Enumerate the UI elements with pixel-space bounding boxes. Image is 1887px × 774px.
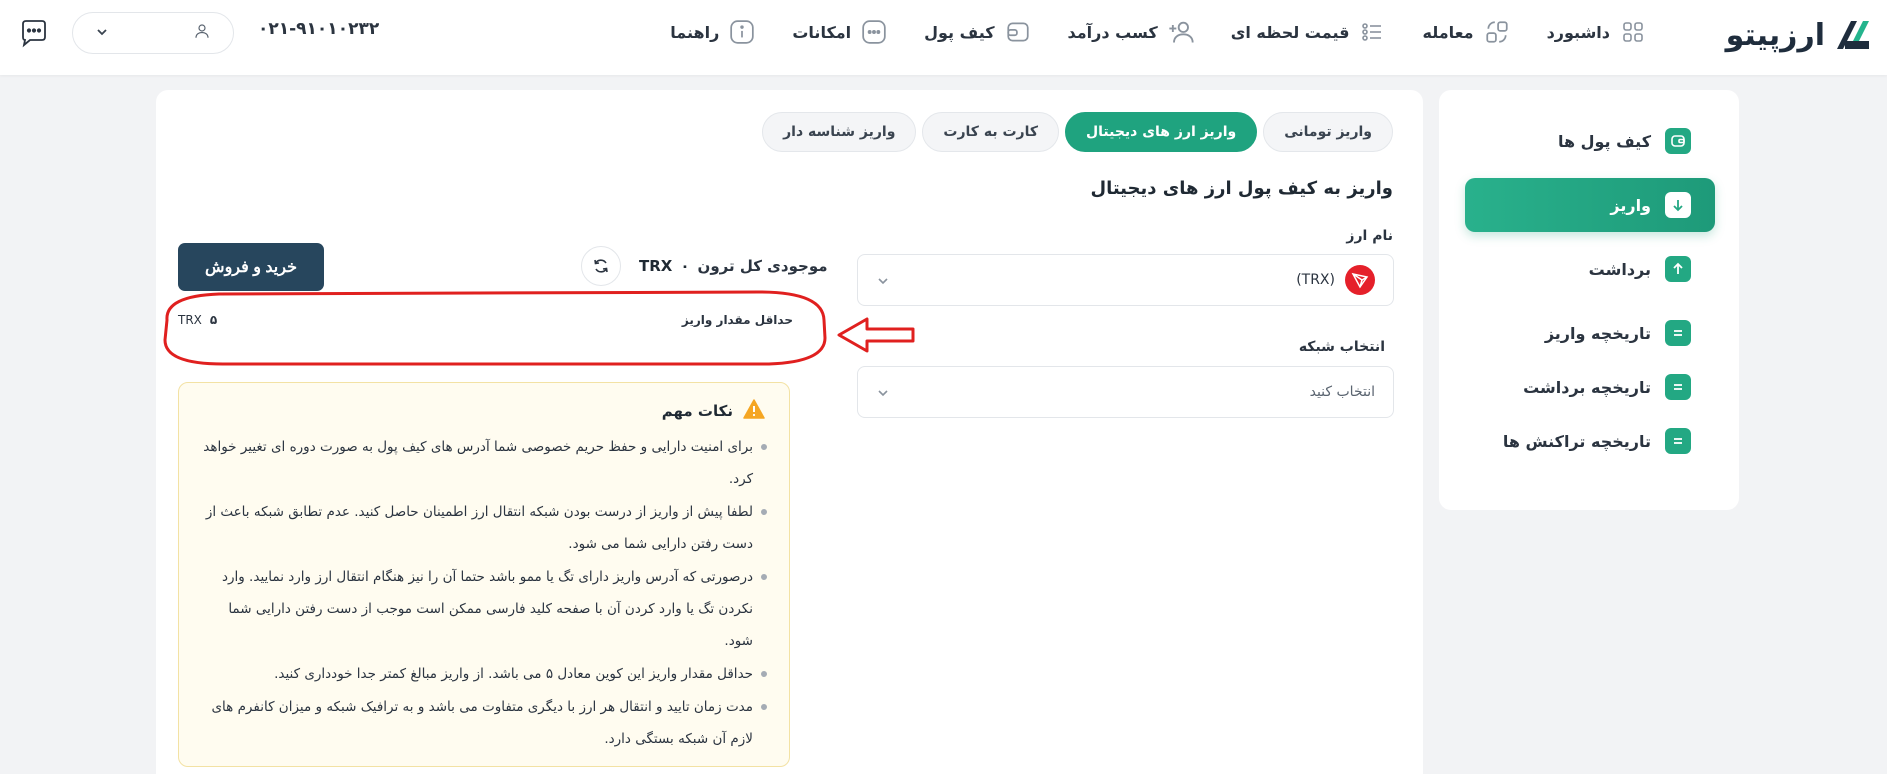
sidebar-item-transaction-history[interactable]: تاریخچه تراکنش ها [1465,416,1715,466]
note-text: درصورتی که آدرس واریز دارای تگ یا ممو با… [221,569,753,649]
network-select[interactable]: انتخاب کنید [857,366,1394,418]
currency-value: (TRX) [1296,272,1335,288]
user-icon [193,22,211,44]
user-menu[interactable] [72,12,234,54]
wallet-icon [1004,18,1032,46]
deposit-panel: واریز تومانی واریز ارز های دیجیتال کارت … [156,90,1423,774]
exchange-icon [1483,18,1511,46]
currency-select[interactable]: (TRX) [857,254,1394,306]
nav-label: امکانات [792,22,852,42]
note-text: مدت زمان تایید و انتقال هر ارز با دیگری … [211,699,753,747]
support-phone[interactable]: ۰۲۱-۹۱۰۱۰۲۳۲ [258,19,379,39]
note-item: لطفا پیش از واریز از درست بودن شبکه انتق… [197,496,767,560]
deposit-tabs: واریز تومانی واریز ارز های دیجیتال کارت … [762,112,1393,152]
warning-icon [743,399,765,423]
nav-live-price[interactable]: قیمت لحظه ای [1231,18,1387,46]
sidebar-item-label: تاریخچه واریز [1544,323,1651,343]
nav-wallet[interactable]: کیف پول [924,18,1031,46]
sidebar-item-withdraw-history[interactable]: تاریخچه برداشت [1465,362,1715,412]
notes-title: نکات مهم [661,402,733,420]
annotation-arrow [837,317,915,353]
currency-selected: (TRX) [1296,265,1375,295]
bullet [761,509,767,515]
network-label: انتخاب شبکه [1298,339,1385,355]
main-nav: داشبورد معامله قیمت لحظه ای کسب درآمد کی… [670,16,1647,48]
nav-label: کسب درآمد [1067,22,1158,42]
note-text: حداقل مقدار واریز این کوین معادل ۵ می با… [274,666,753,682]
bullet [761,574,767,580]
logo-text: ارزپیتو [1725,17,1825,53]
arrow-up-icon [1665,256,1691,282]
nav-features[interactable]: امکانات [792,18,888,46]
bullet [761,444,767,450]
tab-crypto-deposit[interactable]: واریز ارز های دیجیتال [1064,112,1258,152]
add-user-icon [1167,18,1195,46]
nav-label: داشبورد [1546,22,1610,42]
refresh-button[interactable] [581,246,621,286]
tab-card-to-card[interactable]: کارت به کارت [922,112,1059,152]
note-text: برای امنیت دارایی و حفظ حریم خصوصی شما آ… [203,439,753,487]
nav-label: راهنما [670,22,720,42]
nav-label: کیف پول [924,22,995,42]
nav-trade[interactable]: معامله [1422,18,1510,46]
nav-help[interactable]: راهنما [670,18,756,46]
sidebar-item-wallets[interactable]: کیف پول ها [1465,116,1715,166]
list-icon [1665,428,1691,454]
more-icon [860,18,888,46]
arrow-down-icon [1665,192,1691,218]
logo[interactable]: ارزپیتو [1726,14,1873,56]
notes-header: نکات مهم [197,399,765,423]
sidebar: کیف پول ها واریز برداشت تاریخچه واریز تا… [1439,90,1739,510]
balance-amount: ۰ [680,257,690,275]
nav-dashboard[interactable]: داشبورد [1547,18,1647,46]
sidebar-item-withdraw[interactable]: برداشت [1465,244,1715,294]
list-icon [1665,374,1691,400]
grid-icon [1619,18,1647,46]
sidebar-item-label: برداشت [1588,259,1651,279]
currency-label: نام ارز [1346,228,1393,244]
sidebar-item-label: واریز [1610,195,1651,215]
info-icon [728,18,756,46]
network-placeholder: انتخاب کنید [1309,384,1375,400]
top-header: ارزپیتو داشبورد معامله قیمت لحظه ای کسب … [0,0,1887,75]
price-list-icon [1358,18,1386,46]
sidebar-item-label: تاریخچه برداشت [1523,377,1651,397]
buy-sell-button[interactable]: خرید و فروش [178,243,324,291]
balance-row: موجودی کل ترون ۰ TRX [581,246,828,286]
chevron-down-icon [876,385,890,399]
nav-label: معامله [1422,22,1474,42]
sidebar-item-label: تاریخچه تراکنش ها [1502,431,1651,451]
tron-icon [1345,265,1375,295]
tab-id-deposit[interactable]: واریز شناسه دار [762,112,917,152]
note-text: لطفا پیش از واریز از درست بودن شبکه انتق… [205,504,753,552]
note-item: حداقل مقدار واریز این کوین معادل ۵ می با… [197,658,767,690]
note-item: مدت زمان تایید و انتقال هر ارز با دیگری … [197,691,767,755]
nav-earn[interactable]: کسب درآمد [1068,18,1195,46]
tab-toman-deposit[interactable]: واریز تومانی [1263,112,1393,152]
annotation-ellipse [163,290,827,366]
important-notes: نکات مهم برای امنیت دارایی و حفظ حریم خص… [178,382,790,767]
chat-icon[interactable] [19,18,49,48]
bullet [761,671,767,677]
page-title: واریز به کیف پول ارز های دیجیتال [1090,178,1393,199]
note-item: درصورتی که آدرس واریز دارای تگ یا ممو با… [197,561,767,657]
bullet [761,704,767,710]
sidebar-item-deposit[interactable]: واریز [1465,178,1715,232]
note-item: برای امنیت دارایی و حفظ حریم خصوصی شما آ… [197,431,767,495]
nav-label: قیمت لحظه ای [1230,22,1350,42]
list-icon [1665,320,1691,346]
chevron-down-icon [876,273,890,287]
sidebar-item-label: کیف پول ها [1557,131,1651,151]
sidebar-item-deposit-history[interactable]: تاریخچه واریز [1465,308,1715,358]
logo-icon [1837,21,1869,49]
wallet-icon [1665,128,1691,154]
balance-label: موجودی کل ترون [697,257,828,275]
balance-unit: TRX [639,257,673,275]
refresh-icon [594,259,608,273]
chevron-down-icon [95,24,109,43]
